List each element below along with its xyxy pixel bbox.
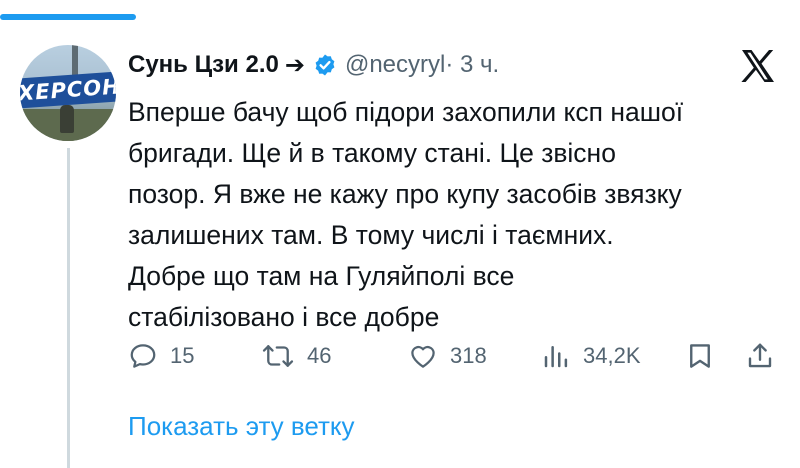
- display-name[interactable]: Сунь Цзи 2.0: [128, 51, 279, 79]
- post-time[interactable]: · 3 ч.: [445, 51, 499, 79]
- bookmark-icon: [690, 344, 710, 368]
- thread-line: [67, 148, 70, 468]
- retweet-icon: [262, 345, 294, 367]
- tweet-text: Вперше бачу щоб підори захопили ксп нашо…: [128, 97, 684, 332]
- like-count: 318: [450, 343, 487, 368]
- avatar[interactable]: ХЕРСОН: [20, 45, 116, 141]
- verified-badge-icon: [315, 54, 335, 76]
- share-icon: [748, 343, 772, 368]
- views-count: 34,2K: [583, 343, 641, 368]
- like-button[interactable]: 318: [408, 338, 487, 374]
- bookmark-button[interactable]: [685, 338, 715, 374]
- reply-count: 15: [170, 343, 195, 368]
- user-handle[interactable]: @necyryl: [345, 51, 445, 79]
- top-indicator-bar: [0, 14, 136, 20]
- avatar-sign: ХЕРСОН: [20, 71, 116, 109]
- retweet-count: 46: [307, 343, 332, 368]
- retweet-button[interactable]: 46: [261, 338, 331, 374]
- share-button[interactable]: [745, 338, 775, 374]
- x-logo-icon: [741, 50, 774, 82]
- reply-icon: [130, 344, 156, 368]
- tweet-header: Сунь Цзи 2.0 ➔ @necyryl · 3 ч.: [128, 48, 499, 82]
- show-thread-link[interactable]: Показать эту ветку: [128, 411, 355, 442]
- action-bar: 15 46 318 34,2K: [128, 338, 780, 374]
- like-icon: [411, 345, 435, 368]
- reply-button[interactable]: 15: [128, 338, 194, 374]
- views-icon: [544, 346, 568, 368]
- name-arrow: ➔: [284, 51, 305, 79]
- views-button[interactable]: 34,2K: [541, 338, 641, 374]
